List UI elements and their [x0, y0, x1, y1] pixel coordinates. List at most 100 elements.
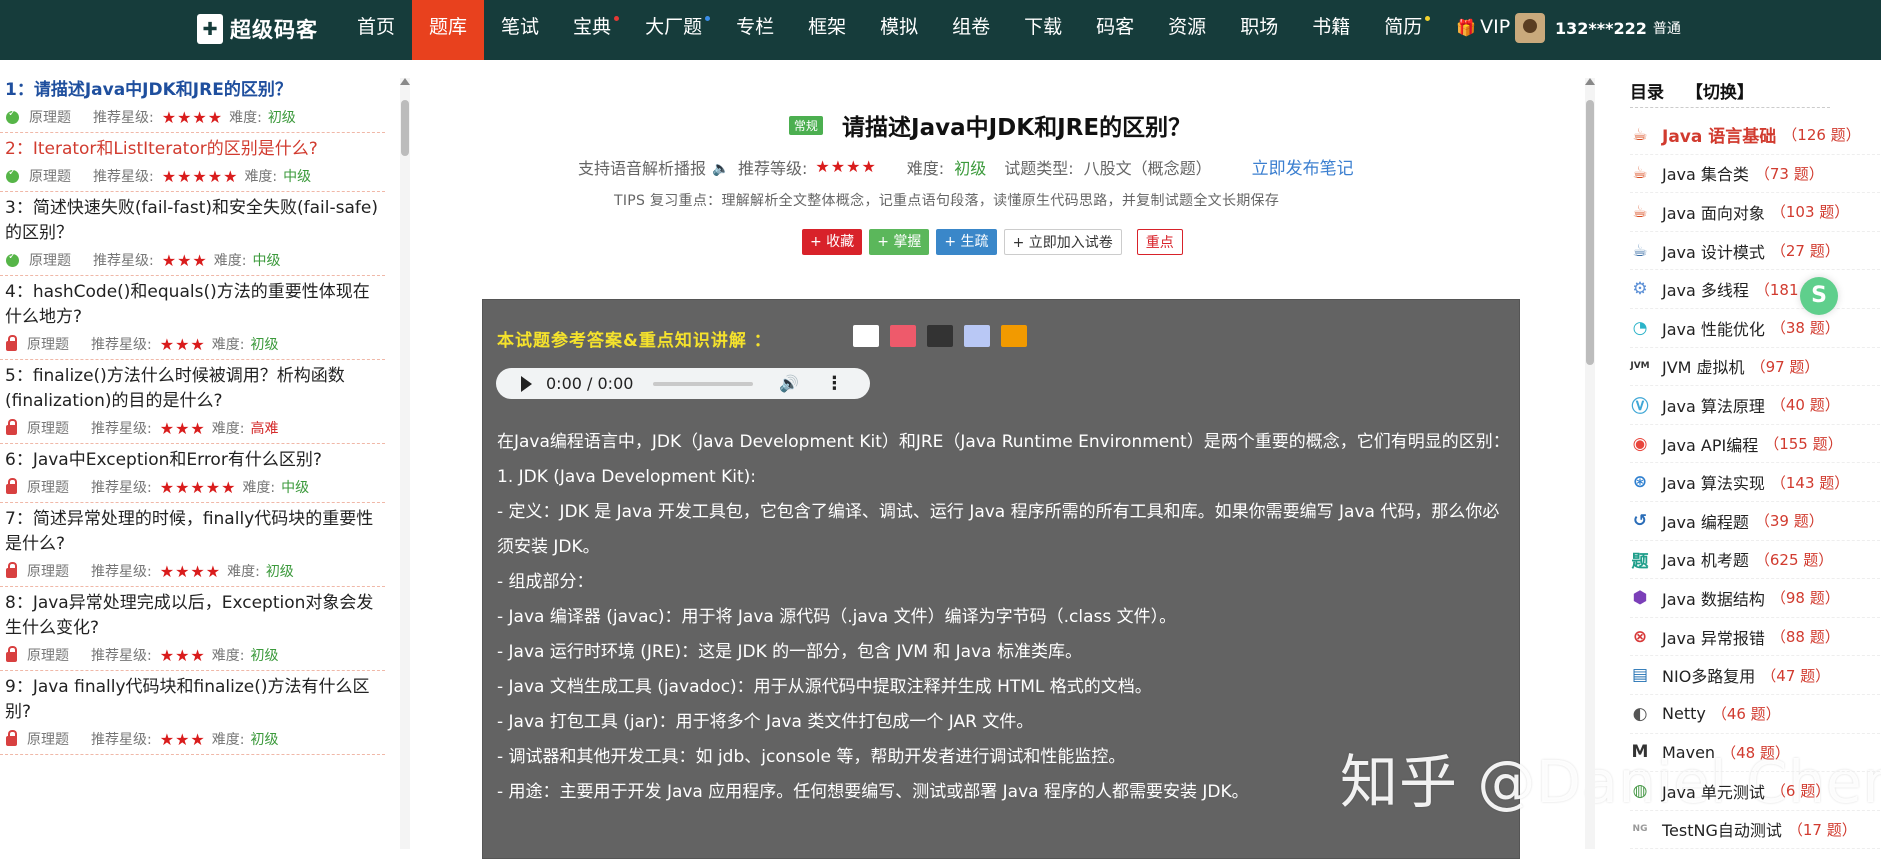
question-link[interactable]: 1：请描述Java中JDK和JRE的区别？ [5, 78, 385, 103]
play-icon[interactable] [521, 375, 532, 392]
catalog-item-name[interactable]: TestNG自动测试 [1662, 817, 1782, 841]
more-options-icon[interactable]: ⋮ [825, 373, 843, 394]
audio-player[interactable]: 0:00 / 0:00 🔊 ⋮ [496, 368, 870, 399]
nav-item-13[interactable]: 书籍 [1295, 0, 1367, 60]
catalog-item-name[interactable]: Java 面向对象 [1662, 200, 1765, 224]
catalog-item[interactable]: ▤ NIO多路复用 （47 题） [1630, 656, 1880, 695]
rec-label: 推荐星级: [91, 648, 152, 664]
catalog-item[interactable]: ◔ Java 性能优化 （38 题） [1630, 309, 1880, 348]
catalog-item-name[interactable]: Java 算法实现 [1662, 470, 1765, 494]
question-link[interactable]: 8：Java异常处理完成以后，Exception对象会发生什么变化? [5, 591, 385, 641]
catalog-item-name[interactable]: Netty [1662, 704, 1706, 723]
catalog-item[interactable]: ⊛ Java 算法实现 （143 题） [1630, 463, 1880, 502]
catalog-item-name[interactable]: Java 编程题 [1662, 509, 1749, 533]
publish-note-link[interactable]: 立即发布笔记 [1252, 154, 1354, 179]
color-swatch-2[interactable] [927, 325, 953, 347]
speaker-icon[interactable]: 🔈 [712, 161, 729, 177]
site-logo[interactable]: ✚ 超级码客 [197, 14, 318, 44]
list-item[interactable]: 1：请描述Java中JDK和JRE的区别？ 原理题 推荐星级: ★★★★ 难度: 初级 [0, 74, 385, 133]
scroll-up-arrow-icon[interactable] [1585, 78, 1595, 85]
color-swatch-3[interactable] [964, 325, 990, 347]
list-item[interactable]: 4：hashCode()和equals()方法的重要性体现在什么地方? 原理题 推荐… [0, 276, 385, 360]
catalog-item[interactable]: JVM JVM 虚拟机 （97 题） [1630, 348, 1880, 387]
floating-assistant-button[interactable]: S [1800, 277, 1838, 315]
key-point-button[interactable]: 重点 [1136, 229, 1183, 255]
question-link[interactable]: 5：finalize()方法什么时候被调用？析构函数(finalization)… [5, 364, 385, 414]
list-item[interactable]: 7：简述异常处理的时候，finally代码块的重要性是什么? 原理题 推荐星级: ★★… [0, 503, 385, 587]
catalog-item-name[interactable]: Maven [1662, 743, 1715, 762]
color-swatch-1[interactable] [890, 325, 916, 347]
list-item[interactable]: 6：Java中Exception和Error有什么区别? 原理题 推荐星级: ★★★★… [0, 444, 385, 503]
nav-item-11[interactable]: 资源 [1151, 0, 1223, 60]
catalog-item[interactable]: ◉ Java API编程 （155 题） [1630, 425, 1880, 464]
question-link[interactable]: 9：Java finally代码块和finalize()方法有什么区别? [5, 675, 385, 725]
catalog-item[interactable]: ☕ Java 设计模式 （27 题） [1630, 232, 1880, 271]
user-profile[interactable]: 132***222 普通 [1515, 13, 1681, 43]
avatar[interactable] [1515, 13, 1545, 43]
nav-item-14[interactable]: 简历 [1367, 0, 1439, 60]
nav-item-5[interactable]: 专栏 [719, 0, 791, 60]
catalog-scrollbar[interactable] [1585, 78, 1595, 849]
catalog-item-name[interactable]: Java 单元测试 [1662, 779, 1765, 803]
catalog-item-name[interactable]: Java 集合类 [1662, 161, 1749, 185]
master-button[interactable]: + 掌握 [869, 229, 930, 255]
user-name[interactable]: 132***222 [1555, 19, 1647, 38]
catalog-item[interactable]: Ⓥ Java 算法原理 （40 题） [1630, 386, 1880, 425]
catalog-item[interactable]: ◐ Netty （46 题） [1630, 695, 1880, 734]
add-to-paper-button[interactable]: + 立即加入试卷 [1003, 229, 1122, 255]
nav-item-6[interactable]: 框架 [791, 0, 863, 60]
color-swatch-4[interactable] [1001, 325, 1027, 347]
catalog-item-name[interactable]: Java 算法原理 [1662, 393, 1765, 417]
catalog-item[interactable]: NG TestNG自动测试 （17 题） [1630, 811, 1880, 849]
unfamiliar-button[interactable]: + 生疏 [936, 229, 997, 255]
nav-item-10[interactable]: 码客 [1079, 0, 1151, 60]
catalog-item[interactable]: 题 Java 机考题 （625 题） [1630, 541, 1880, 580]
question-list-scrollbar[interactable] [400, 78, 410, 849]
catalog-item-name[interactable]: NIO多路复用 [1662, 663, 1755, 687]
catalog-item[interactable]: M Maven （48 题） [1630, 734, 1880, 773]
catalog-switch-button[interactable]: 【切换】 [1686, 83, 1754, 103]
color-swatch-0[interactable] [853, 325, 879, 347]
list-item[interactable]: 5：finalize()方法什么时候被调用？析构函数(finalization)… [0, 360, 385, 444]
nav-item-9[interactable]: 下载 [1007, 0, 1079, 60]
list-item[interactable]: 9：Java finally代码块和finalize()方法有什么区别? 原理题 推… [0, 671, 385, 755]
list-item[interactable]: 8：Java异常处理完成以后，Exception对象会发生什么变化? 原理题 推荐星… [0, 587, 385, 671]
catalog-item-name[interactable]: Java 多线程 [1662, 277, 1749, 301]
catalog-item[interactable]: ⊗ Java 异常报错 （88 题） [1630, 618, 1880, 657]
nav-item-2[interactable]: 笔试 [484, 0, 556, 60]
nav-item-0[interactable]: 首页 [340, 0, 412, 60]
question-link[interactable]: 7：简述异常处理的时候，finally代码块的重要性是什么? [5, 507, 385, 557]
scrollbar-thumb[interactable] [1586, 100, 1594, 365]
nav-item-3[interactable]: 宝典 [556, 0, 628, 60]
catalog-item-name[interactable]: Java 性能优化 [1662, 316, 1765, 340]
catalog-item-name[interactable]: Java 数据结构 [1662, 586, 1765, 610]
nav-item-4[interactable]: 大厂题 [628, 0, 719, 60]
catalog-item[interactable]: ⬢ Java 数据结构 （98 题） [1630, 579, 1880, 618]
scroll-up-arrow-icon[interactable] [400, 78, 410, 85]
catalog-item-name[interactable]: Java 语言基础 [1662, 122, 1776, 147]
volume-icon[interactable]: 🔊 [779, 374, 799, 393]
audio-progress-bar[interactable] [653, 381, 754, 386]
catalog-item[interactable]: ☕ Java 集合类 （73 题） [1630, 155, 1880, 194]
nav-item-8[interactable]: 组卷 [935, 0, 1007, 60]
question-link[interactable]: 2：Iterator和ListIterator的区别是什么? [5, 137, 385, 162]
question-link[interactable]: 3：简述快速失败(fail-fast)和安全失败(fail-safe)的区别？ [5, 196, 385, 246]
catalog-item-name[interactable]: Java 机考题 [1662, 547, 1749, 571]
nav-item-1[interactable]: 题库 [412, 0, 485, 60]
question-link[interactable]: 6：Java中Exception和Error有什么区别? [5, 448, 385, 473]
catalog-item[interactable]: ⚙ Java 多线程 （181 题） [1630, 270, 1880, 309]
collect-button[interactable]: + 收藏 [802, 229, 863, 255]
catalog-item-name[interactable]: Java 异常报错 [1662, 625, 1765, 649]
list-item[interactable]: 3：简述快速失败(fail-fast)和安全失败(fail-safe)的区别？ 原… [0, 192, 385, 276]
catalog-item-name[interactable]: Java 设计模式 [1662, 239, 1765, 263]
catalog-item-name[interactable]: JVM 虚拟机 [1662, 354, 1745, 378]
catalog-item[interactable]: ◍ Java 单元测试 （6 题） [1630, 772, 1880, 811]
nav-item-12[interactable]: 职场 [1223, 0, 1295, 60]
question-link[interactable]: 4：hashCode()和equals()方法的重要性体现在什么地方? [5, 280, 385, 330]
list-item[interactable]: 2：Iterator和ListIterator的区别是什么? 原理题 推荐星级: ★★… [0, 133, 385, 192]
catalog-item[interactable]: ↺ Java 编程题 （39 题） [1630, 502, 1880, 541]
catalog-item[interactable]: ☕ Java 语言基础 （126 题） [1630, 116, 1880, 155]
catalog-item[interactable]: ☕ Java 面向对象 （103 题） [1630, 193, 1880, 232]
nav-item-7[interactable]: 模拟 [863, 0, 935, 60]
catalog-item-name[interactable]: Java API编程 [1662, 432, 1758, 456]
